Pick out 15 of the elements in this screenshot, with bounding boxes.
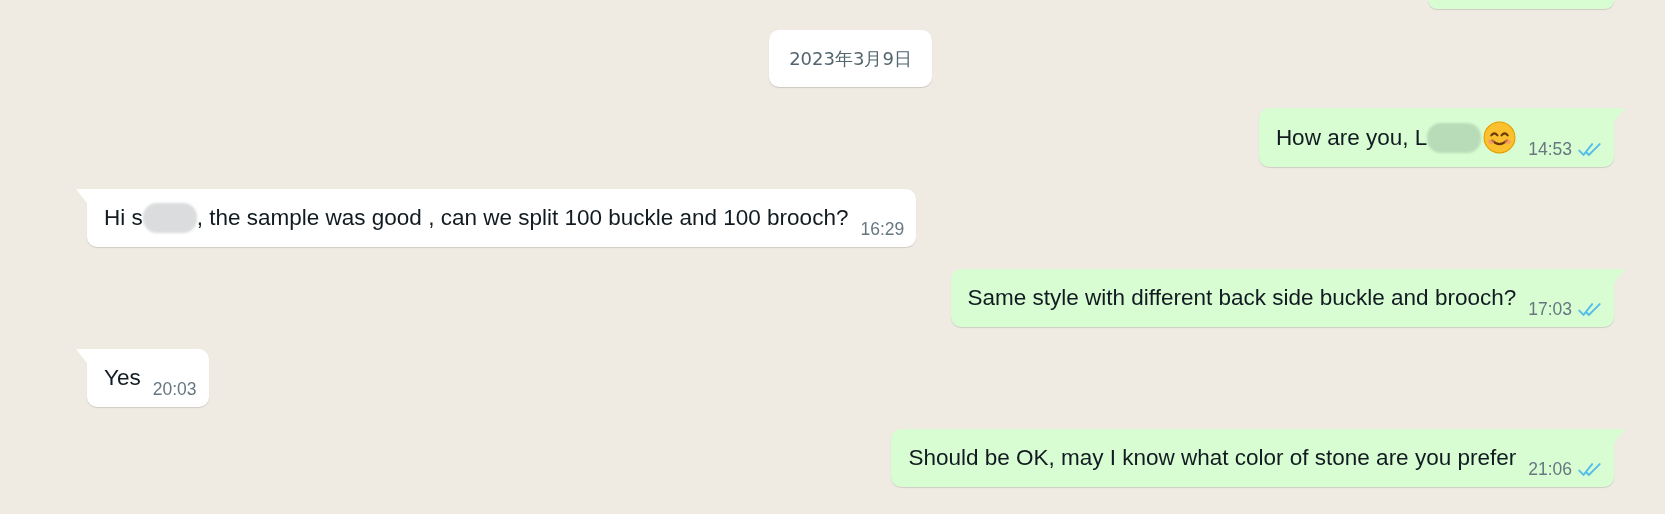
date-chip: 2023年3月9日 <box>769 30 932 87</box>
message-time: 20:03 <box>152 379 197 399</box>
message-time: 21:06 <box>1528 459 1572 479</box>
message-time: 14:53 <box>1528 139 1572 159</box>
message-text: Yes <box>104 364 141 392</box>
smiley-icon <box>1483 121 1517 154</box>
message-text: Hi s <box>104 204 143 232</box>
message-text: Same style with different back side buckle and brooch? <box>967 284 1517 312</box>
message-text: How are you, L <box>1275 123 1428 152</box>
message-time: 16:29 <box>860 219 905 239</box>
message-text: , the sample was good , can we split 100 buckle and 100 brooch? <box>196 204 849 232</box>
blurred-patch <box>1427 122 1482 153</box>
message-time: 17:03 <box>1528 299 1572 319</box>
message-text: Should be OK, may I know what color of stone are you prefer <box>908 444 1517 472</box>
blurred-patch <box>142 203 197 233</box>
